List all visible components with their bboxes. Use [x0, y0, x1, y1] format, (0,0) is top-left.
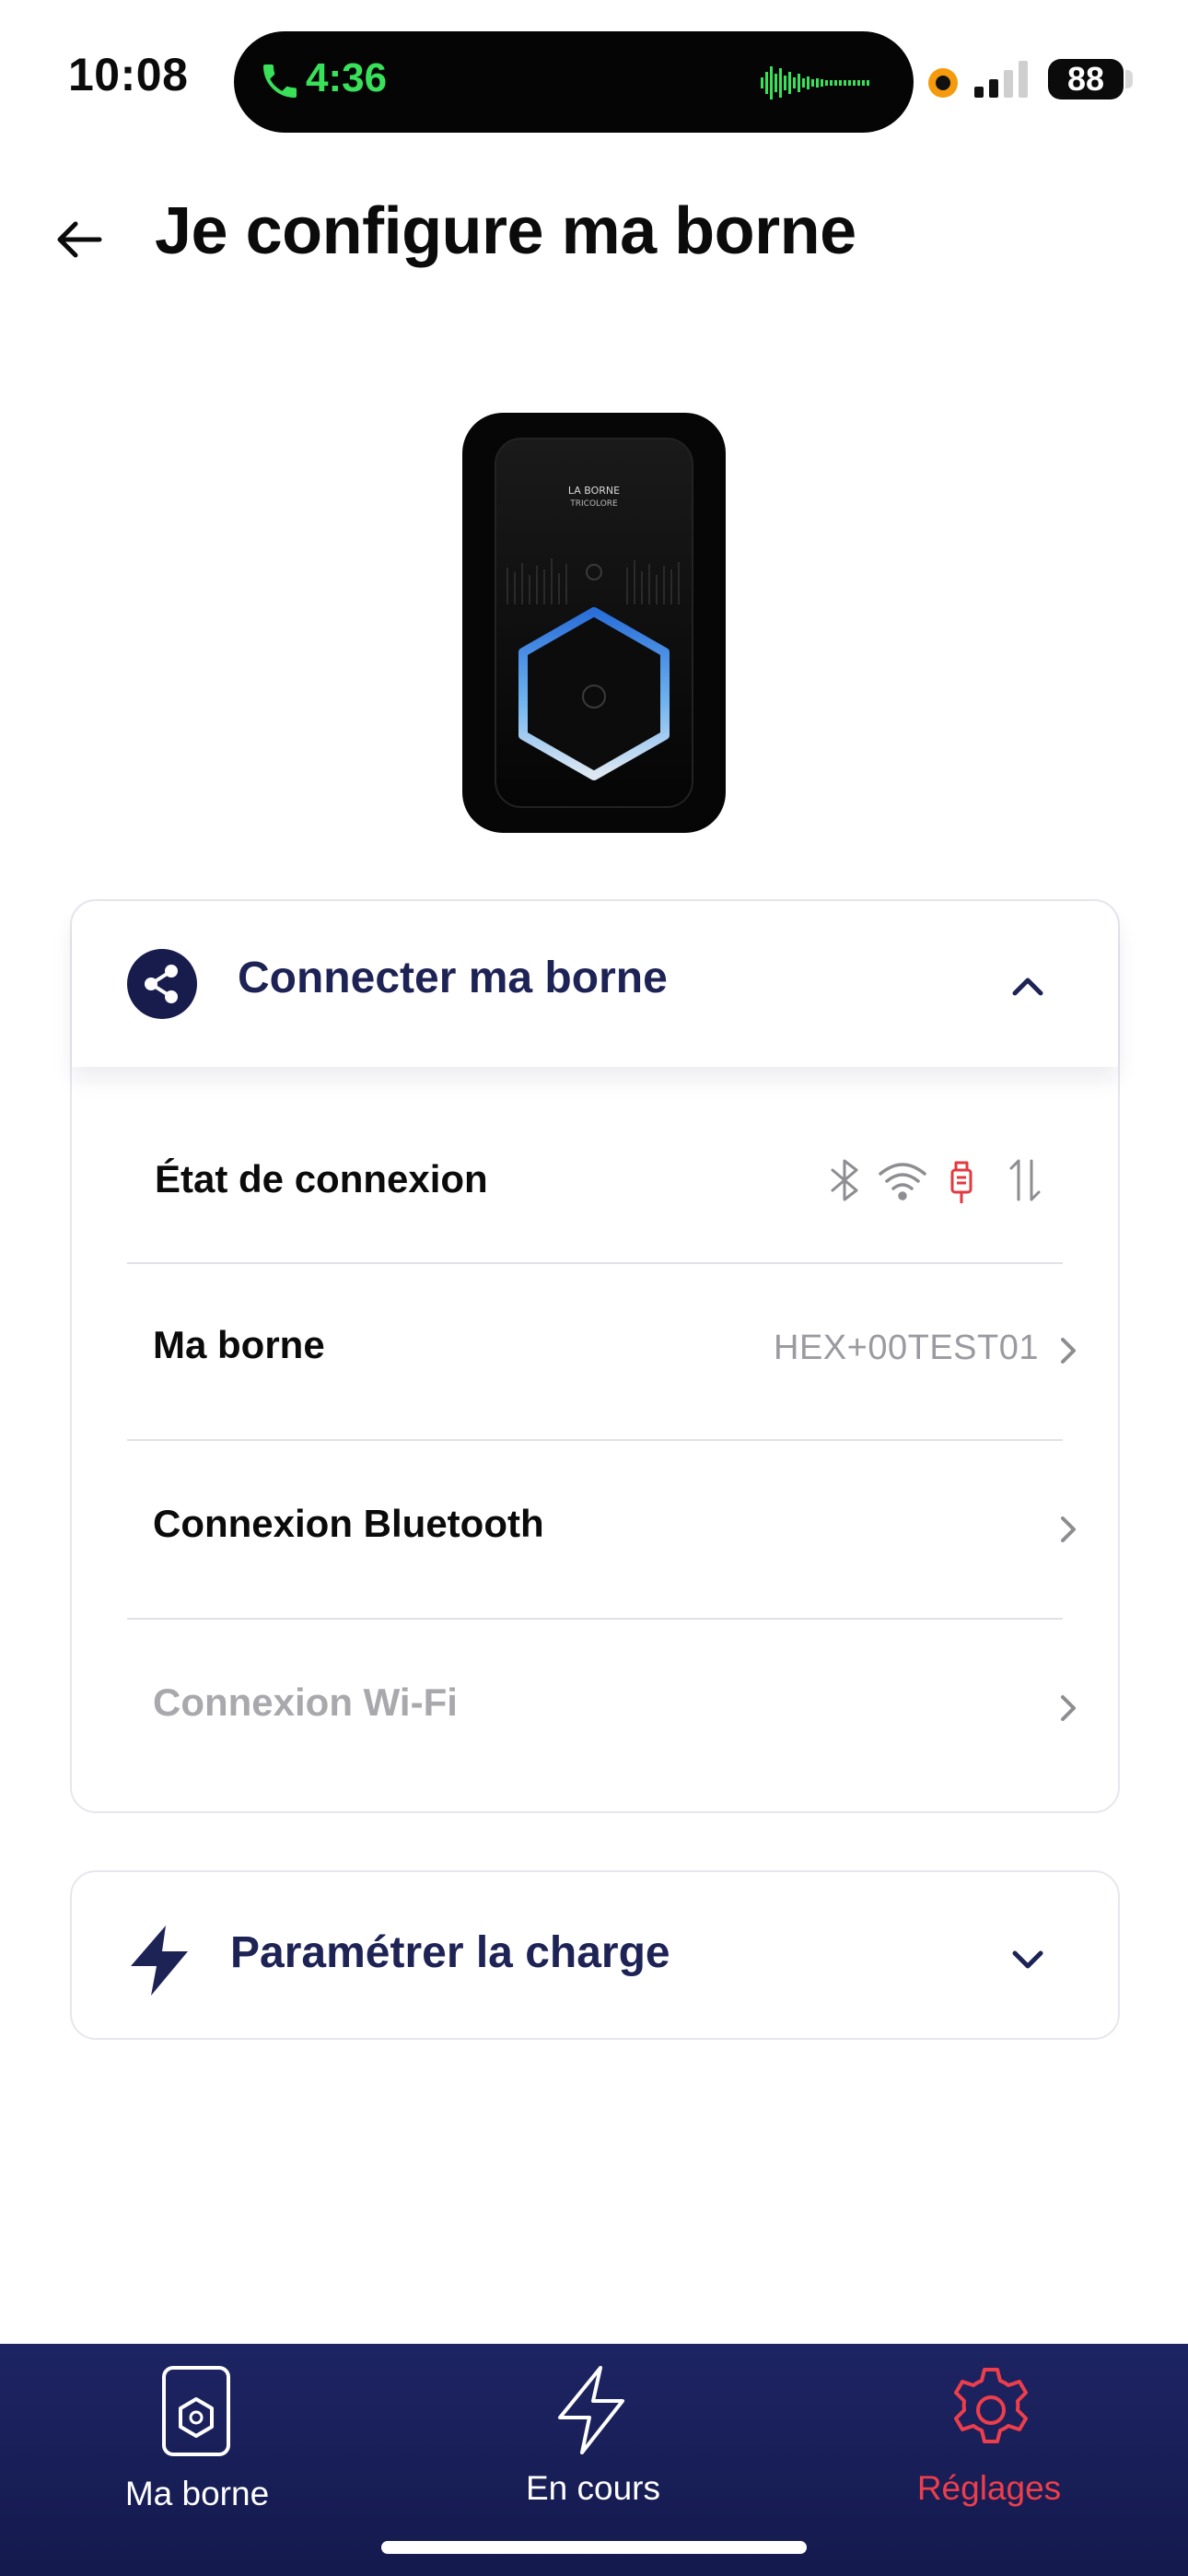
- chevron-down-icon[interactable]: [1006, 1938, 1050, 1983]
- chevron-up-icon[interactable]: [1006, 964, 1050, 1008]
- gear-icon[interactable]: [945, 2364, 1037, 2456]
- share-icon: [127, 949, 197, 1019]
- row-divider: [127, 1618, 1063, 1620]
- connection-status-icons: [831, 1159, 1041, 1203]
- chevron-right-icon[interactable]: [1055, 1690, 1081, 1727]
- phone-icon: [263, 64, 297, 98]
- connection-status-label: État de connexion: [155, 1157, 488, 1200]
- bluetooth-icon: [831, 1159, 858, 1201]
- row-divider: [127, 1262, 1063, 1264]
- tab-en-cours[interactable]: En cours: [455, 2469, 731, 2508]
- borne-id-value: HEX+00TEST01: [774, 1329, 1039, 1367]
- page-title: Je configure ma borne: [155, 194, 856, 268]
- dynamic-island[interactable]: 4:36: [234, 31, 914, 133]
- charger-device-image: LA BORNE TRICOLORE: [462, 413, 726, 833]
- bolt-icon[interactable]: [553, 2364, 630, 2456]
- bluetooth-connection-label[interactable]: Connexion Bluetooth: [153, 1502, 544, 1546]
- chevron-right-icon[interactable]: [1055, 1511, 1081, 1548]
- status-time: 10:08: [68, 49, 189, 100]
- device-brand-line2: TRICOLORE: [569, 499, 618, 509]
- charge-settings-title: Paramétrer la charge: [230, 1928, 670, 1977]
- home-indicator[interactable]: [381, 2541, 807, 2554]
- ethernet-icon: [950, 1161, 973, 1203]
- row-divider: [127, 1439, 1063, 1441]
- wifi-icon: [879, 1163, 926, 1200]
- cellular-signal-icon: [974, 61, 1028, 98]
- battery-indicator: 88: [1048, 59, 1124, 100]
- bolt-icon: [131, 1926, 188, 1996]
- connect-section-header[interactable]: Connecter ma borne: [72, 901, 1118, 1067]
- back-arrow-icon[interactable]: [52, 212, 107, 267]
- data-transfer-icon: [1009, 1159, 1041, 1201]
- borne-icon[interactable]: [160, 2364, 232, 2458]
- tab-ma-borne[interactable]: Ma borne: [59, 2475, 335, 2513]
- connect-section-card: Connecter ma borne État de connexion Ma …: [70, 899, 1120, 1813]
- mic-indicator-icon: [928, 68, 958, 98]
- audio-waveform-icon: [761, 66, 869, 100]
- battery-cap: [1125, 70, 1133, 88]
- tab-reglages[interactable]: Réglages: [851, 2469, 1127, 2508]
- device-brand-line1: LA BORNE: [568, 485, 620, 497]
- wifi-connection-label[interactable]: Connexion Wi-Fi: [153, 1680, 458, 1725]
- my-borne-label[interactable]: Ma borne: [153, 1323, 325, 1367]
- call-duration: 4:36: [306, 55, 388, 100]
- chevron-right-icon[interactable]: [1055, 1332, 1081, 1369]
- charge-settings-card[interactable]: Paramétrer la charge: [70, 1870, 1120, 2040]
- connect-section-title: Connecter ma borne: [238, 954, 668, 1002]
